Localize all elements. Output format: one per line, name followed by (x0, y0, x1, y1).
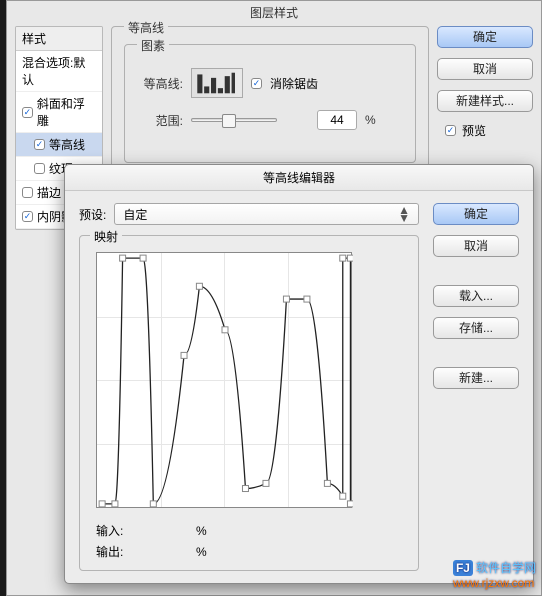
ce-load-button[interactable]: 载入... (433, 285, 519, 307)
style-item-label: 等高线 (49, 136, 85, 153)
watermark-logo-icon: FJ (453, 560, 473, 576)
contour-label: 等高线: (137, 75, 183, 92)
output-percent: % (196, 545, 207, 559)
ce-ok-button[interactable]: 确定 (433, 203, 519, 225)
input-label: 输入: (96, 522, 136, 539)
style-checkbox[interactable]: ✓ (22, 187, 33, 198)
style-item-label: 描边 (37, 184, 61, 201)
select-arrows-icon: ▲▼ (398, 206, 410, 222)
style-item[interactable]: ✓ 斜面和浮雕 (16, 92, 102, 133)
antialias-checkbox[interactable]: ✓ (251, 78, 262, 89)
curve-graph[interactable] (96, 252, 352, 508)
preset-select[interactable]: 自定 ▲▼ (114, 203, 419, 225)
layer-style-title: 图层样式 (7, 1, 541, 26)
preset-label: 预设: (79, 206, 106, 223)
ok-button[interactable]: 确定 (437, 26, 533, 48)
contour-editor-title: 等高线编辑器 (65, 165, 533, 191)
antialias-label[interactable]: 消除锯齿 (270, 75, 318, 92)
preview-checkbox[interactable]: ✓ (445, 125, 456, 136)
contour-thumbnail[interactable] (191, 68, 243, 98)
style-checkbox[interactable]: ✓ (22, 107, 33, 118)
mapping-legend: 映射 (90, 228, 122, 245)
range-label: 范围: (137, 112, 183, 129)
ce-cancel-button[interactable]: 取消 (433, 235, 519, 257)
style-checkbox[interactable]: ✓ (34, 139, 45, 150)
style-checkbox[interactable]: ✓ (34, 163, 45, 174)
mapping-fieldset: 映射 输入: % 输出: % (79, 235, 419, 571)
range-unit: % (365, 113, 376, 127)
ce-new-button[interactable]: 新建... (433, 367, 519, 389)
preview-label[interactable]: 预览 (462, 122, 486, 139)
style-checkbox[interactable]: ✓ (22, 211, 33, 222)
new-style-button[interactable]: 新建样式... (437, 90, 533, 112)
range-value[interactable]: 44 (317, 110, 357, 130)
output-label: 输出: (96, 543, 136, 560)
preset-value: 自定 (123, 206, 147, 223)
range-slider[interactable] (191, 118, 277, 122)
style-item[interactable]: ✓ 等高线 (16, 133, 102, 157)
cancel-button[interactable]: 取消 (437, 58, 533, 80)
contour-editor-dialog: 等高线编辑器 预设: 自定 ▲▼ 映射 (64, 164, 534, 584)
watermark: FJ软件自学网 www.rjzxw.com (453, 559, 536, 590)
blend-options-item[interactable]: 混合选项:默认 (16, 51, 102, 92)
style-item-label: 斜面和浮雕 (37, 95, 96, 129)
elements-legend: 图素 (137, 37, 169, 54)
input-percent: % (196, 524, 207, 538)
ce-save-button[interactable]: 存储... (433, 317, 519, 339)
styles-header[interactable]: 样式 (16, 27, 102, 51)
contour-legend: 等高线 (124, 19, 168, 36)
